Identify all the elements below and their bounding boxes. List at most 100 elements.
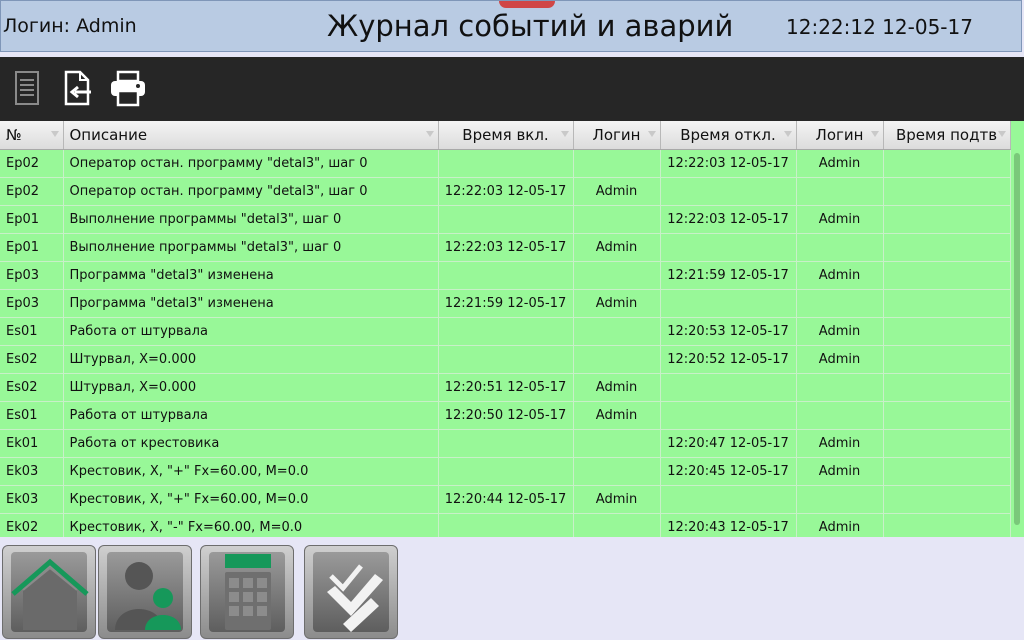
cell-login-on: Admin bbox=[573, 233, 661, 262]
cell-login-on bbox=[573, 205, 661, 234]
header-col-description[interactable]: Описание bbox=[63, 121, 439, 150]
header-label: Время откл. bbox=[680, 126, 776, 144]
scrollbar[interactable] bbox=[1012, 151, 1022, 537]
cell-event-code: Ep02 bbox=[0, 177, 64, 206]
cell-event-code: Ep01 bbox=[0, 205, 64, 234]
header-col-time-on[interactable]: Время вкл. bbox=[438, 121, 574, 150]
cell-time-on bbox=[438, 205, 574, 234]
table-row[interactable]: Ep03 Программа "detal3" изменена 12:21:59 … bbox=[0, 289, 1011, 318]
users-icon bbox=[115, 562, 181, 630]
cell-time-on: 12:21:59 12-05-17 bbox=[438, 289, 574, 318]
cell-login-on bbox=[573, 513, 661, 537]
document-list-icon bbox=[15, 71, 39, 105]
calculator-icon bbox=[225, 554, 271, 630]
cell-login-off: Admin bbox=[796, 429, 884, 458]
header-col-time-off[interactable]: Время откл. bbox=[660, 121, 797, 150]
cell-login-off: Admin bbox=[796, 149, 884, 178]
cell-login-on bbox=[573, 345, 661, 374]
cell-time-off: 12:20:47 12-05-17 bbox=[660, 429, 797, 458]
cell-event-code: Ek03 bbox=[0, 485, 64, 514]
cell-event-code: Ek01 bbox=[0, 429, 64, 458]
sort-arrow-icon bbox=[647, 131, 656, 137]
header-label: Описание bbox=[69, 126, 148, 144]
cell-time-ack bbox=[883, 429, 1011, 458]
cell-login-on: Admin bbox=[573, 373, 661, 402]
cell-time-ack bbox=[883, 457, 1011, 486]
table-row[interactable]: Es02 Штурвал, X=0.000 12:20:52 12-05-17 Adm… bbox=[0, 345, 1011, 374]
cell-login-off bbox=[796, 401, 884, 430]
cell-time-ack bbox=[883, 261, 1011, 290]
cell-login-off bbox=[796, 289, 884, 318]
cell-event-description: Работа от крестовика bbox=[63, 429, 439, 458]
table-row[interactable]: Ek02 Крестовик, X, "-" Fx=60.00, M=0.0 12:… bbox=[0, 513, 1011, 537]
header-label: № bbox=[6, 126, 22, 144]
cell-event-description: Крестовик, X, "+" Fx=60.00, M=0.0 bbox=[63, 457, 439, 486]
table-header-row: № Описание Время вкл. Логин Время откл. Логин… bbox=[0, 121, 1011, 150]
cell-event-description: Оператор остан. программу "detal3", шаг … bbox=[63, 177, 439, 206]
cell-time-ack bbox=[883, 345, 1011, 374]
pull-tab[interactable] bbox=[499, 1, 555, 8]
header-label: Время вкл. bbox=[462, 126, 549, 144]
cell-login-off: Admin bbox=[796, 457, 884, 486]
table-row[interactable]: Ek01 Работа от крестовика 12:20:47 12-05-1… bbox=[0, 429, 1011, 458]
cell-time-off bbox=[660, 289, 797, 318]
cell-login-off: Admin bbox=[796, 317, 884, 346]
cell-time-ack bbox=[883, 373, 1011, 402]
table-row[interactable]: Es01 Работа от штурвала 12:20:53 12-05-17 A… bbox=[0, 317, 1011, 346]
print-icon bbox=[111, 70, 145, 107]
cell-event-code: Ep02 bbox=[0, 149, 64, 178]
cell-event-code: Es01 bbox=[0, 401, 64, 430]
cell-time-off: 12:20:52 12-05-17 bbox=[660, 345, 797, 374]
sort-arrow-icon bbox=[50, 131, 59, 137]
users-button[interactable] bbox=[98, 545, 192, 639]
cell-time-ack bbox=[883, 317, 1011, 346]
calculator-button[interactable] bbox=[200, 545, 294, 639]
cell-time-on bbox=[438, 457, 574, 486]
sort-arrow-icon bbox=[997, 131, 1006, 137]
table-row[interactable]: Ep02 Оператор остан. программу "detal3", … bbox=[0, 149, 1011, 178]
document-list-button[interactable] bbox=[8, 69, 48, 109]
cell-time-ack bbox=[883, 205, 1011, 234]
cell-event-code: Ep03 bbox=[0, 261, 64, 290]
print-button[interactable] bbox=[108, 69, 148, 109]
cell-time-on bbox=[438, 429, 574, 458]
cell-time-on bbox=[438, 149, 574, 178]
cell-time-off: 12:20:43 12-05-17 bbox=[660, 513, 797, 537]
cell-time-on bbox=[438, 513, 574, 537]
table-row[interactable]: Ek03 Крестовик, X, "+" Fx=60.00, M=0.0 12:… bbox=[0, 485, 1011, 514]
cell-login-on bbox=[573, 457, 661, 486]
page-title: Журнал событий и аварий bbox=[327, 9, 734, 43]
table-row[interactable]: Es02 Штурвал, X=0.000 12:20:51 12-05-17 Adm… bbox=[0, 373, 1011, 402]
table-row[interactable]: Ep02 Оператор остан. программу "detal3", … bbox=[0, 177, 1011, 206]
header-col-login-on[interactable]: Логин bbox=[573, 121, 661, 150]
cell-event-code: Es01 bbox=[0, 317, 64, 346]
scroll-thumb[interactable] bbox=[1014, 153, 1020, 525]
clock: 12:22:12 12-05-17 bbox=[786, 15, 973, 39]
cell-event-description: Выполнение программы "detal3", шаг 0 bbox=[63, 205, 439, 234]
home-icon bbox=[11, 558, 89, 630]
cell-event-code: Es02 bbox=[0, 345, 64, 374]
table-row[interactable]: Ek03 Крестовик, X, "+" Fx=60.00, M=0.0 12:… bbox=[0, 457, 1011, 486]
checklist-button[interactable] bbox=[304, 545, 398, 639]
cell-time-on: 12:22:03 12-05-17 bbox=[438, 233, 574, 262]
cell-event-code: Ek02 bbox=[0, 513, 64, 537]
cell-time-off: 12:20:53 12-05-17 bbox=[660, 317, 797, 346]
cell-event-description: Крестовик, X, "-" Fx=60.00, M=0.0 bbox=[63, 513, 439, 537]
cell-login-on bbox=[573, 429, 661, 458]
cell-time-on bbox=[438, 261, 574, 290]
cell-time-off bbox=[660, 233, 797, 262]
cell-event-description: Крестовик, X, "+" Fx=60.00, M=0.0 bbox=[63, 485, 439, 514]
table-row[interactable]: Ep01 Выполнение программы "detal3", шаг 0… bbox=[0, 205, 1011, 234]
header-col-number[interactable]: № bbox=[0, 121, 64, 150]
cell-event-code: Ep03 bbox=[0, 289, 64, 318]
header-col-login-off[interactable]: Логин bbox=[796, 121, 884, 150]
export-button[interactable] bbox=[58, 69, 98, 109]
header-col-time-ack[interactable]: Время подтв bbox=[883, 121, 1011, 150]
cell-event-description: Работа от штурвала bbox=[63, 317, 439, 346]
home-button[interactable] bbox=[2, 545, 96, 639]
table-row[interactable]: Es01 Работа от штурвала 12:20:50 12-05-17 A… bbox=[0, 401, 1011, 430]
table-row[interactable]: Ep01 Выполнение программы "detal3", шаг 0… bbox=[0, 233, 1011, 262]
cell-login-off: Admin bbox=[796, 345, 884, 374]
table-row[interactable]: Ep03 Программа "detal3" изменена 12:21:59 … bbox=[0, 261, 1011, 290]
export-icon bbox=[64, 70, 91, 106]
